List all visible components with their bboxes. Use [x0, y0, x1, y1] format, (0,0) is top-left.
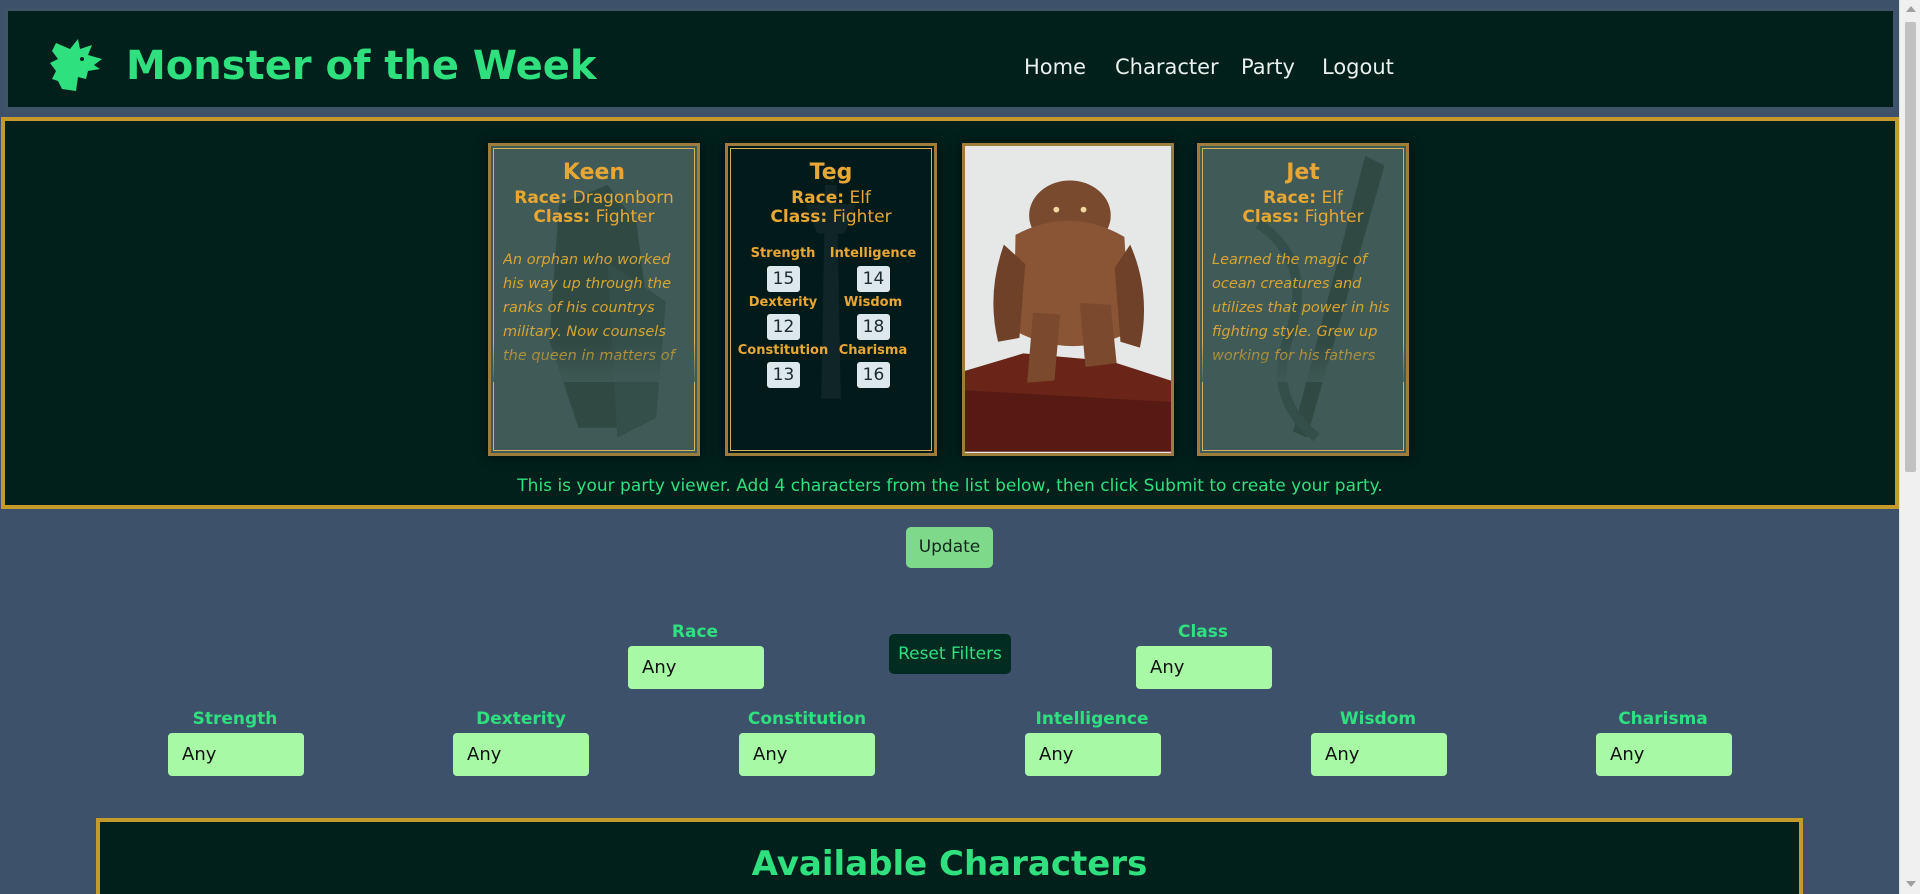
dexterity-filter-select[interactable]: Any	[453, 733, 589, 776]
scroll-down-arrow-icon[interactable]	[1906, 881, 1916, 887]
race-filter-label: Race	[671, 622, 719, 642]
constitution-filter-label: Constitution	[747, 709, 867, 729]
stat-value-charisma: 16	[857, 362, 890, 388]
stat-value-constitution: 13	[767, 362, 800, 388]
constitution-filter-select[interactable]: Any	[739, 733, 875, 776]
site-title[interactable]: Monster of the Week	[126, 43, 597, 89]
wisdom-filter-label: Wisdom	[1339, 709, 1417, 729]
card-name: Keen	[562, 160, 626, 185]
stat-value-dexterity: 12	[767, 314, 800, 340]
charisma-filter-select[interactable]: Any	[1596, 733, 1732, 776]
vertical-scrollbar[interactable]	[1899, 0, 1920, 894]
update-button[interactable]: Update	[906, 527, 993, 568]
stat-label-dexterity: Dexterity	[748, 295, 818, 310]
scroll-up-arrow-icon[interactable]	[1906, 6, 1916, 12]
description-fade	[1200, 342, 1406, 382]
description-fade	[491, 342, 697, 382]
reset-filters-button[interactable]: Reset Filters	[889, 634, 1011, 674]
class-filter-label: Class	[1177, 622, 1228, 642]
wisdom-filter-select[interactable]: Any	[1311, 733, 1447, 776]
party-card-monster[interactable]	[962, 143, 1174, 456]
party-viewer-message: This is your party viewer. Add 4 charact…	[517, 476, 1383, 496]
card-class: Class: Fighter	[533, 207, 655, 227]
stat-label-strength: Strength	[750, 246, 816, 261]
stat-value-intelligence: 14	[857, 266, 890, 292]
charisma-filter-label: Charisma	[1618, 709, 1708, 729]
stat-label-constitution: Constitution	[737, 343, 829, 358]
party-card-teg[interactable]: Teg Race: Elf Class: Fighter Strength 15…	[725, 143, 937, 456]
available-characters-title: Available Characters	[751, 844, 1148, 884]
card-name: Jet	[1286, 160, 1320, 185]
party-card-jet[interactable]: Jet Race: Elf Class: Fighter Learned the…	[1197, 143, 1409, 456]
stat-value-wisdom: 18	[857, 314, 890, 340]
card-race: Race: Dragonborn	[514, 188, 674, 208]
intelligence-filter-select[interactable]: Any	[1025, 733, 1161, 776]
party-card-keen[interactable]: Keen Race: Dragonborn Class: Fighter An …	[488, 143, 700, 456]
party-viewer: Keen Race: Dragonborn Class: Fighter An …	[1, 117, 1899, 509]
dragon-head-icon[interactable]	[48, 35, 106, 95]
class-filter-select[interactable]: Any	[1136, 646, 1272, 689]
nav-character[interactable]: Character	[1115, 55, 1219, 79]
race-filter-select[interactable]: Any	[628, 646, 764, 689]
nav-logout[interactable]: Logout	[1322, 55, 1394, 79]
site-header: Monster of the Week Home Character Party…	[4, 7, 1897, 111]
nav-party[interactable]: Party	[1241, 55, 1295, 79]
nav-home[interactable]: Home	[1024, 55, 1086, 79]
strength-filter-select[interactable]: Any	[168, 733, 304, 776]
stat-label-intelligence: Intelligence	[829, 246, 917, 261]
scrollbar-thumb[interactable]	[1905, 22, 1916, 472]
stat-label-wisdom: Wisdom	[843, 295, 903, 310]
card-class: Class: Fighter	[1242, 207, 1364, 227]
card-class: Class: Fighter	[770, 207, 892, 227]
stat-label-charisma: Charisma	[838, 343, 908, 358]
available-characters-panel: Available Characters	[96, 818, 1803, 894]
strength-filter-label: Strength	[192, 709, 278, 729]
rock-golem-image	[965, 147, 1171, 452]
stat-value-strength: 15	[767, 266, 800, 292]
card-race: Race: Elf	[791, 188, 871, 208]
card-race: Race: Elf	[1263, 188, 1343, 208]
dexterity-filter-label: Dexterity	[476, 709, 566, 729]
intelligence-filter-label: Intelligence	[1035, 709, 1149, 729]
card-name: Teg	[809, 160, 853, 185]
